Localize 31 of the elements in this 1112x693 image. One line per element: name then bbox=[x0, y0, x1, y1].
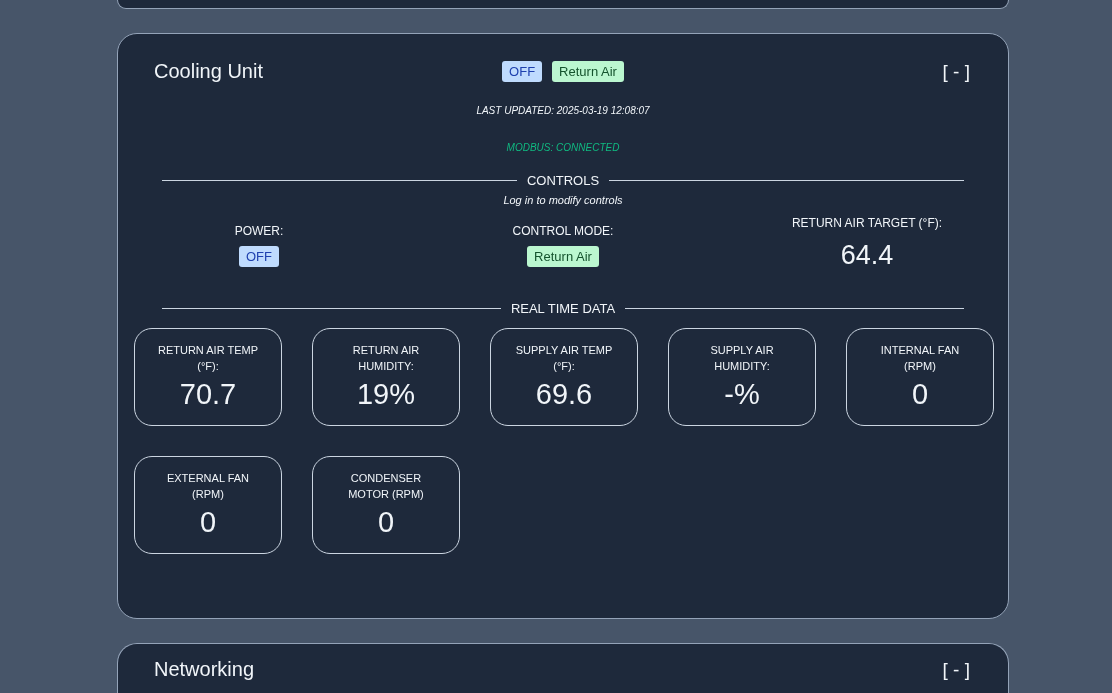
control-label: POWER: bbox=[234, 224, 284, 238]
metric-label: INTERNAL FAN (RPM) bbox=[879, 342, 961, 374]
status-badge: Return Air bbox=[552, 61, 624, 82]
target-value: 64.4 bbox=[840, 240, 894, 271]
control-label: RETURN AIR TARGET (°F): bbox=[791, 216, 943, 230]
metric-value: 19% bbox=[356, 378, 415, 412]
metric-value: 69.6 bbox=[535, 378, 593, 412]
metric-label: RETURN AIR TEMP (°F): bbox=[157, 342, 259, 374]
control-label: CONTROL MODE: bbox=[512, 224, 614, 238]
collapse-toggle[interactable]: [ - ] bbox=[942, 658, 970, 681]
metric-value: -% bbox=[724, 378, 760, 412]
login-note: Log in to modify controls bbox=[503, 194, 623, 206]
control-badge: OFF bbox=[239, 246, 279, 267]
metric-value: 0 bbox=[911, 378, 929, 412]
metric-label: EXTERNAL FAN (RPM) bbox=[165, 470, 251, 502]
metric-value: 70.7 bbox=[179, 378, 237, 412]
control-badge: Return Air bbox=[527, 246, 599, 267]
metric-value: 0 bbox=[377, 506, 395, 540]
card-title: Cooling Unit bbox=[154, 60, 264, 83]
metric-label: RETURN AIR HUMIDITY: bbox=[351, 342, 421, 374]
metric-label: SUPPLY AIR HUMIDITY: bbox=[709, 342, 775, 374]
section-heading: CONTROLS bbox=[526, 173, 600, 188]
collapse-toggle[interactable]: [ - ] bbox=[942, 60, 970, 83]
metric-label: SUPPLY AIR TEMP (°F): bbox=[514, 342, 614, 374]
modbus-status: MODBUS: CONNECTED bbox=[506, 142, 620, 153]
status-badge: OFF bbox=[502, 61, 543, 82]
metric-label: CONDENSER MOTOR (RPM) bbox=[347, 470, 425, 502]
metric-value: 0 bbox=[199, 506, 217, 540]
last-updated-text: LAST UPDATED: 2025-03-19 12:08:07 bbox=[476, 105, 650, 116]
section-heading: REAL TIME DATA bbox=[510, 301, 616, 316]
card-title: Networking bbox=[154, 658, 256, 681]
